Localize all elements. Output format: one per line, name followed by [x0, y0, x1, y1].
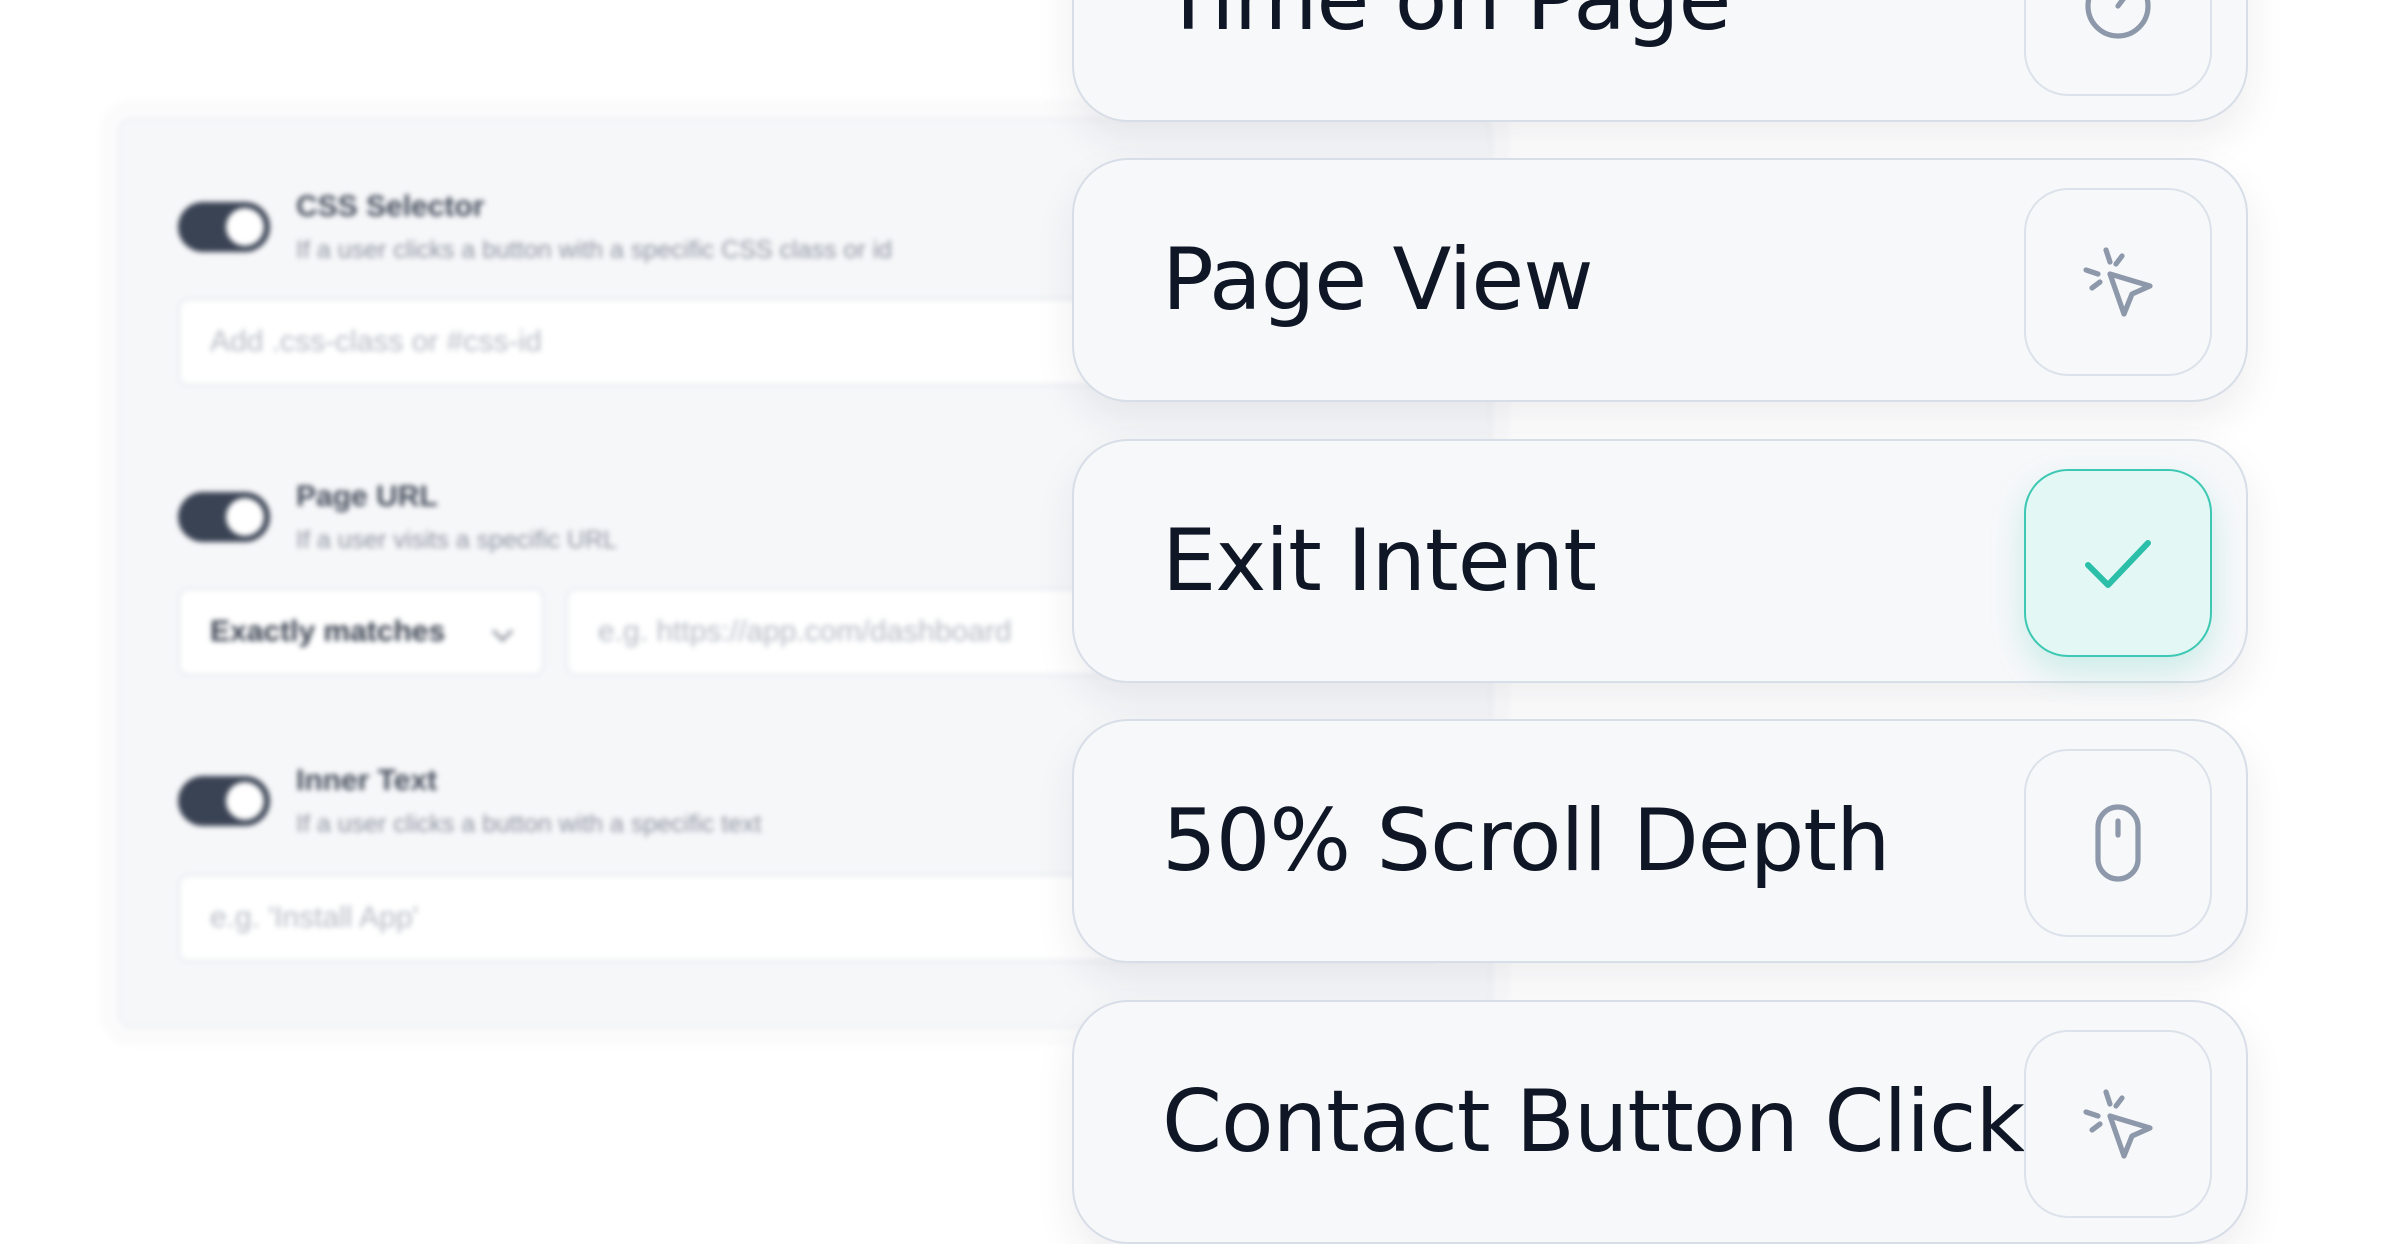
- trigger-card-time-on-page[interactable]: Time on Page: [1072, 0, 2248, 122]
- trigger-icon-box: [2024, 0, 2212, 96]
- cursor-click-icon: [2083, 1089, 2153, 1159]
- trigger-icon-box: [2024, 749, 2212, 937]
- rule-title: Inner Text: [296, 764, 438, 797]
- trigger-icon-box: [2024, 1030, 2212, 1218]
- css-selector-toggle[interactable]: [178, 202, 270, 252]
- inner-text-toggle[interactable]: [178, 776, 270, 826]
- timer-icon: [2085, 0, 2151, 39]
- rule-description: If a user visits a specific URL: [296, 526, 617, 554]
- url-match-select-value: Exactly matches: [210, 615, 446, 648]
- trigger-label: Contact Button Click: [1162, 1072, 2025, 1172]
- trigger-card-contact-button-click[interactable]: Contact Button Click: [1072, 1000, 2248, 1244]
- trigger-label: 50% Scroll Depth: [1162, 791, 1891, 891]
- trigger-card-page-view[interactable]: Page View: [1072, 158, 2248, 402]
- trigger-label: Exit Intent: [1162, 511, 1597, 611]
- mouse-icon: [2095, 804, 2141, 882]
- rule-title: Page URL: [296, 480, 438, 513]
- trigger-icon-box: [2024, 188, 2212, 376]
- trigger-card-exit-intent[interactable]: Exit Intent: [1072, 439, 2248, 683]
- rule-description: If a user clicks a button with a specifi…: [296, 236, 893, 264]
- rule-description: If a user clicks a button with a specifi…: [296, 810, 762, 838]
- page-url-toggle[interactable]: [178, 492, 270, 542]
- trigger-icon-box-selected: [2024, 469, 2212, 657]
- trigger-card-scroll-depth[interactable]: 50% Scroll Depth: [1072, 719, 2248, 963]
- rule-title: CSS Selector: [296, 190, 485, 223]
- cursor-click-icon: [2083, 247, 2153, 317]
- check-icon: [2085, 540, 2151, 588]
- trigger-label: Time on Page: [1162, 0, 1731, 50]
- trigger-label: Page View: [1162, 230, 1594, 330]
- chevron-down-icon: [491, 620, 514, 643]
- url-match-select[interactable]: Exactly matches: [178, 588, 544, 676]
